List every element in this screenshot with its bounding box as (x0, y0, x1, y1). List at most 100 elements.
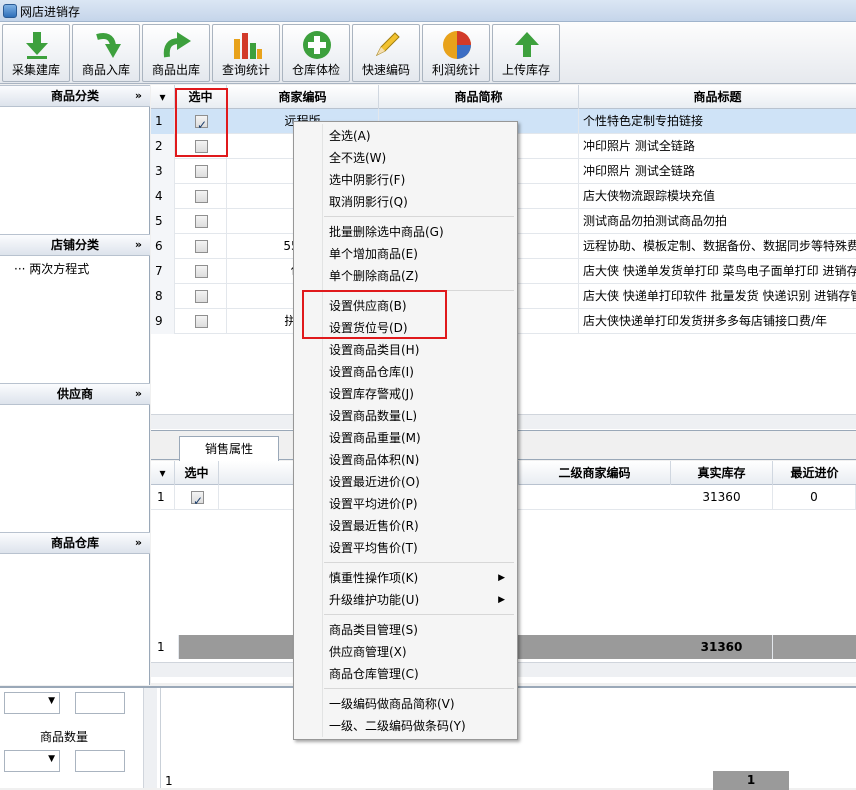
menu-item-label: 商品仓库管理(C) (329, 667, 419, 681)
row-select-cell[interactable] (175, 284, 227, 309)
menu-item[interactable]: 设置最近售价(R) (296, 515, 515, 537)
menu-item[interactable]: 供应商管理(X) (296, 641, 515, 663)
menu-item[interactable]: 设置商品仓库(I) (296, 361, 515, 383)
submenu-arrow-icon: ▶ (498, 573, 505, 583)
row-select-cell[interactable] (175, 309, 227, 334)
row-checkbox[interactable] (195, 215, 208, 228)
header-selected[interactable]: 选中 (175, 85, 227, 109)
header-selected[interactable]: 选中 (175, 461, 219, 485)
row-checkbox[interactable] (195, 265, 208, 278)
menu-item[interactable]: 一级编码做商品简称(V) (296, 693, 515, 715)
toolbar-button-4[interactable]: 查询统计 (212, 24, 280, 82)
menu-item[interactable]: 全选(A) (296, 125, 515, 147)
menu-item-label: 慎重性操作项(K) (329, 571, 419, 585)
toolbar-button-label: 采集建库 (11, 63, 60, 77)
row-select-cell[interactable] (175, 209, 227, 234)
chevron-down-icon[interactable]: » (135, 533, 142, 553)
row-checkbox[interactable] (195, 165, 208, 178)
menu-item[interactable]: 单个删除商品(Z) (296, 265, 515, 287)
toolbar: 采集建库 商品入库 商品出库 查询统计 仓库体检 快速编码 利润统计 上传库存 (0, 22, 856, 84)
header-product-title[interactable]: 商品标题 (579, 85, 856, 109)
row-checkbox[interactable] (191, 489, 204, 510)
tab-sales-attributes[interactable]: 销售属性 (179, 436, 279, 461)
menu-separator (324, 216, 514, 217)
chevron-down-icon[interactable]: » (135, 384, 142, 404)
summary-row-number: 1 (151, 635, 179, 659)
header-corner[interactable]: ▾ (151, 85, 175, 109)
row-select-cell[interactable] (175, 134, 227, 159)
toolbar-button-label: 快速编码 (361, 63, 410, 77)
menu-item[interactable]: 取消阴影行(Q) (296, 191, 515, 213)
toolbar-button-3[interactable]: 商品出库 (142, 24, 210, 82)
section-store-category[interactable]: 店铺分类 » (0, 234, 150, 256)
menu-item-label: 设置库存警戒(J) (329, 387, 414, 401)
toolbar-button-label: 仓库体检 (291, 63, 340, 77)
input-field[interactable] (75, 692, 125, 714)
menu-item[interactable]: 单个增加商品(E) (296, 243, 515, 265)
toolbar-button-5[interactable]: 仓库体检 (282, 24, 350, 82)
header-merchant-code[interactable]: 商家编码 (227, 85, 379, 109)
row-checkbox[interactable] (195, 113, 208, 134)
header-short-name[interactable]: 商品简称 (379, 85, 579, 109)
summary-stock: 31360 (671, 635, 773, 659)
row-checkbox[interactable] (195, 315, 208, 328)
row-number: 9 (151, 309, 175, 334)
header-corner[interactable]: ▾ (151, 461, 175, 485)
pie-chart-icon (441, 29, 473, 61)
menu-item[interactable]: 选中阴影行(F) (296, 169, 515, 191)
menu-item[interactable]: 设置最近进价(O) (296, 471, 515, 493)
toolbar-button-8[interactable]: 上传库存 (492, 24, 560, 82)
toolbar-button-2[interactable]: 商品入库 (72, 24, 140, 82)
row-checkbox[interactable] (195, 140, 208, 153)
chevron-down-icon[interactable]: » (135, 86, 142, 106)
toolbar-button-1[interactable]: 采集建库 (2, 24, 70, 82)
toolbar-button-label: 利润统计 (431, 63, 480, 77)
toolbar-button-7[interactable]: 利润统计 (422, 24, 490, 82)
menu-item[interactable]: 设置库存警戒(J) (296, 383, 515, 405)
section-warehouse[interactable]: 商品仓库 » (0, 532, 150, 554)
row-select-cell[interactable] (175, 234, 227, 259)
row-select-cell[interactable] (175, 109, 227, 134)
menu-separator (324, 290, 514, 291)
menu-item[interactable]: 设置供应商(B) (296, 295, 515, 317)
menu-item[interactable]: 商品仓库管理(C) (296, 663, 515, 685)
menu-item[interactable]: 慎重性操作项(K) ▶ (296, 567, 515, 589)
row-select-cell[interactable] (175, 259, 227, 284)
toolbar-button-6[interactable]: 快速编码 (352, 24, 420, 82)
menu-item[interactable]: 设置平均进价(P) (296, 493, 515, 515)
row-select-cell[interactable] (175, 159, 227, 184)
menu-item[interactable]: 设置平均售价(T) (296, 537, 515, 559)
product-title-cell: 店大侠 快递单打印软件 批量发货 快递识别 进销存管 (583, 289, 856, 303)
menu-item[interactable]: 批量删除选中商品(G) (296, 221, 515, 243)
product-title-cell: 远程协助、模板定制、数据备份、数据同步等特殊费 (583, 239, 856, 253)
menu-item[interactable]: 全不选(W) (296, 147, 515, 169)
vertical-scrollbar[interactable] (143, 688, 157, 788)
row-checkbox[interactable] (195, 240, 208, 253)
menu-item[interactable]: 升级维护功能(U) ▶ (296, 589, 515, 611)
menu-item[interactable]: 商品类目管理(S) (296, 619, 515, 641)
menu-item[interactable]: 设置商品类目(H) (296, 339, 515, 361)
submenu-arrow-icon: ▶ (498, 595, 505, 605)
header-last-price[interactable]: 最近进价 (773, 461, 856, 485)
menu-item-label: 设置平均进价(P) (329, 497, 418, 511)
row-checkbox[interactable] (195, 290, 208, 303)
row-select-cell[interactable] (175, 485, 219, 510)
header-real-stock[interactable]: 真实库存 (671, 461, 773, 485)
menu-item-label: 全不选(W) (329, 151, 387, 165)
row-select-cell[interactable] (175, 184, 227, 209)
bottom-summary-cell: 1 (713, 771, 789, 790)
row-checkbox[interactable] (195, 190, 208, 203)
section-supplier[interactable]: 供应商 » (0, 383, 150, 405)
menu-item[interactable]: 一级、二级编码做条码(Y) (296, 715, 515, 737)
quantity-dropdown[interactable]: ▼ (4, 750, 60, 772)
dropdown[interactable]: ▼ (4, 692, 60, 714)
menu-item[interactable]: 设置商品数量(L) (296, 405, 515, 427)
chevron-down-icon[interactable]: » (135, 235, 142, 255)
tree-item-store[interactable]: ··· 两次方程式 (14, 260, 89, 277)
menu-item[interactable]: 设置货位号(D) (296, 317, 515, 339)
quantity-input[interactable] (75, 750, 125, 772)
menu-item[interactable]: 设置商品重量(M) (296, 427, 515, 449)
header-sub-code[interactable]: 二级商家编码 (519, 461, 671, 485)
section-product-category[interactable]: 商品分类 » (0, 85, 150, 107)
menu-item[interactable]: 设置商品体积(N) (296, 449, 515, 471)
